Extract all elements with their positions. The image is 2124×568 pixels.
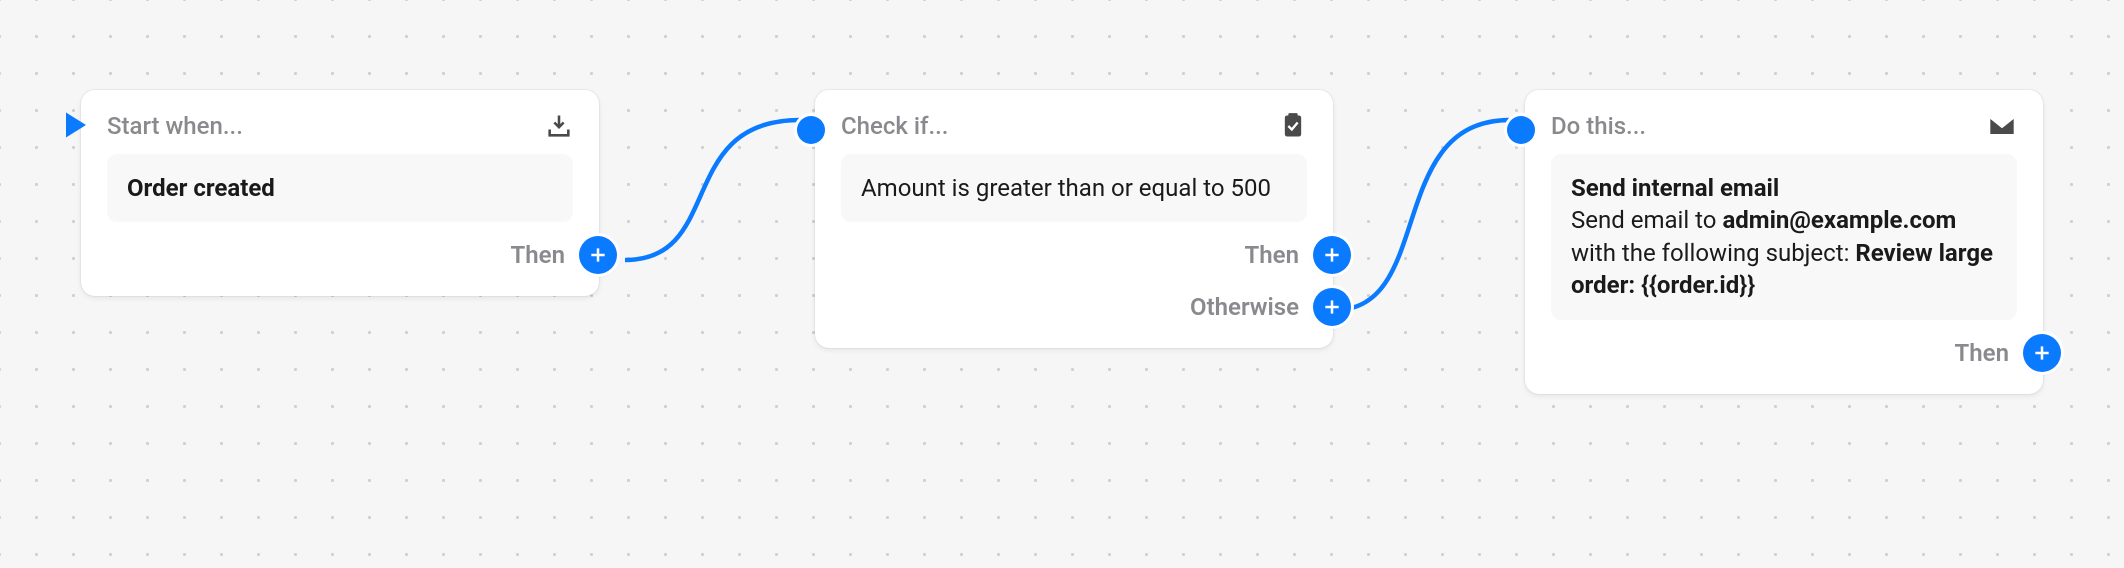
action-header-label: Do this... bbox=[1551, 112, 1646, 140]
condition-body: Amount is greater than or equal to 500 bbox=[841, 154, 1307, 222]
action-input-port bbox=[1507, 116, 1535, 144]
condition-then-outlet: Then bbox=[841, 236, 1351, 274]
add-after-trigger-button[interactable] bbox=[579, 236, 617, 274]
action-node[interactable]: Do this... Send internal email Send emai… bbox=[1525, 90, 2043, 394]
condition-node[interactable]: Check if... Amount is greater than or eq… bbox=[815, 90, 1333, 348]
trigger-body: Order created bbox=[107, 154, 573, 222]
then-label: Then bbox=[511, 241, 565, 269]
action-desc-prefix: Send email to bbox=[1571, 206, 1722, 234]
action-email: admin@example.com bbox=[1722, 206, 1956, 234]
add-after-condition-then-button[interactable] bbox=[1313, 236, 1351, 274]
then-label: Then bbox=[1955, 339, 2009, 367]
then-label: Then bbox=[1245, 241, 1299, 269]
trigger-header-label: Start when... bbox=[107, 112, 243, 140]
action-body: Send internal email Send email to admin@… bbox=[1551, 154, 2017, 320]
action-header: Do this... bbox=[1551, 112, 2017, 140]
condition-header: Check if... bbox=[841, 112, 1307, 140]
mail-icon bbox=[1987, 114, 2017, 138]
action-title: Send internal email bbox=[1571, 172, 1997, 204]
clipboard-check-icon bbox=[1279, 112, 1307, 140]
otherwise-label: Otherwise bbox=[1190, 293, 1299, 321]
condition-input-port bbox=[797, 116, 825, 144]
trigger-header: Start when... bbox=[107, 112, 573, 140]
trigger-node[interactable]: Start when... Order created Then bbox=[81, 90, 599, 296]
condition-header-label: Check if... bbox=[841, 112, 948, 140]
action-then-outlet: Then bbox=[1551, 334, 2061, 372]
trigger-then-outlet: Then bbox=[107, 236, 617, 274]
connector-start-to-condition bbox=[605, 110, 825, 270]
add-after-condition-otherwise-button[interactable] bbox=[1313, 288, 1351, 326]
action-desc-mid: with the following subject: bbox=[1571, 239, 1855, 267]
condition-otherwise-outlet: Otherwise bbox=[841, 288, 1351, 326]
start-marker-icon bbox=[63, 110, 89, 144]
add-after-action-button[interactable] bbox=[2023, 334, 2061, 372]
workflow-canvas: Start when... Order created Then Check i… bbox=[0, 0, 2124, 568]
download-tray-icon bbox=[545, 112, 573, 140]
